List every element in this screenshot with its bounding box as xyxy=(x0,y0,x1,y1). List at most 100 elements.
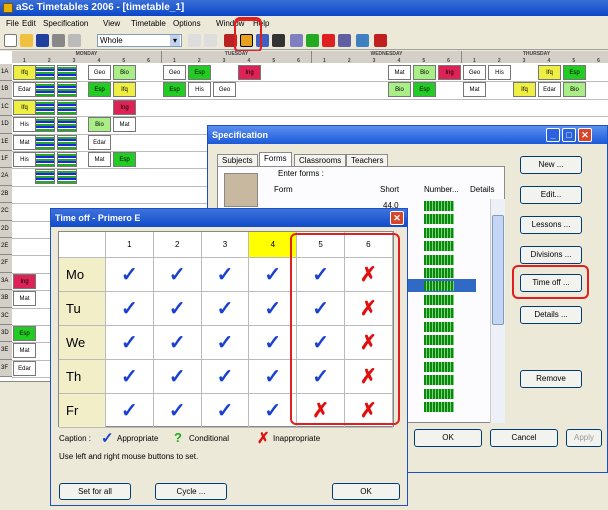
row-label[interactable]: 3C xyxy=(0,307,12,325)
timetable-cell[interactable]: Edar xyxy=(13,360,36,376)
apply-button[interactable]: Apply xyxy=(566,429,602,447)
timetable-cell[interactable]: Esp xyxy=(163,82,186,98)
timetable-cell[interactable]: Geo xyxy=(463,65,486,80)
check-icon[interactable]: ✓ xyxy=(106,326,154,360)
row-label[interactable]: 3F xyxy=(0,359,12,378)
timetable-cell[interactable]: Esp xyxy=(563,65,586,80)
set-for-all-button[interactable]: Set for all xyxy=(59,483,131,500)
open-folder-icon[interactable] xyxy=(20,34,33,47)
close-icon[interactable]: ✕ xyxy=(578,128,592,142)
timetable-cell[interactable]: Bio xyxy=(413,65,436,80)
maximize-icon[interactable]: □ xyxy=(562,128,576,142)
timetable-cell[interactable]: Bio xyxy=(113,65,136,80)
timetable-cell[interactable]: Esp xyxy=(88,82,111,98)
menu-item-timetable[interactable]: Timetable xyxy=(131,16,166,31)
menu-item-options[interactable]: Options xyxy=(173,16,201,31)
details-button[interactable]: Details ... xyxy=(520,306,582,324)
timetable-cell[interactable]: Ing xyxy=(438,65,461,80)
timetable-cell[interactable]: Ifq xyxy=(113,82,136,98)
check-icon[interactable]: ✓ xyxy=(153,258,202,292)
new-file-icon[interactable] xyxy=(4,34,17,47)
timetable-cell[interactable] xyxy=(57,169,77,185)
view-select[interactable]: Whole xyxy=(97,34,182,47)
timetable-cell[interactable]: Geo xyxy=(163,65,186,80)
check-icon[interactable]: ✓ xyxy=(153,292,202,326)
row-label[interactable]: 1A xyxy=(0,64,12,82)
timetable-cell[interactable] xyxy=(57,152,77,167)
row-label[interactable]: 3E xyxy=(0,342,12,360)
row-label[interactable]: 2B xyxy=(0,185,12,204)
timetable-cell[interactable]: Ifq xyxy=(538,65,561,80)
timetable-cell[interactable]: His xyxy=(188,82,211,98)
timetable-cell[interactable]: Mat xyxy=(113,117,136,133)
check-icon[interactable]: ✓ xyxy=(106,258,154,292)
undo-icon[interactable] xyxy=(188,34,201,47)
period-header[interactable]: 1 xyxy=(106,232,154,258)
scroll-thumb[interactable] xyxy=(492,215,504,325)
timetable-cell[interactable]: Ifq xyxy=(13,99,36,115)
scrollbar[interactable] xyxy=(490,199,505,423)
save-icon[interactable] xyxy=(36,34,49,47)
menu-item-file[interactable]: File xyxy=(6,16,19,31)
timetable-cell[interactable] xyxy=(57,82,77,98)
timetable-cell[interactable] xyxy=(35,82,55,98)
timetable-cell[interactable]: Ing xyxy=(238,65,261,80)
redo-icon[interactable] xyxy=(204,34,217,47)
check-icon[interactable]: ✓ xyxy=(201,292,250,326)
row-label[interactable]: 3B xyxy=(0,290,12,308)
edit-button[interactable]: Edit... xyxy=(520,186,582,204)
timetable-cell[interactable]: Mat xyxy=(388,65,411,80)
report-icon[interactable] xyxy=(338,34,351,47)
timetable-cell[interactable]: Ifq xyxy=(513,82,536,98)
timetable-cell[interactable]: Bio xyxy=(563,82,586,98)
row-label[interactable]: 1F xyxy=(0,151,12,169)
timetable-cell[interactable]: Ifq xyxy=(13,65,36,80)
ok-button[interactable]: OK xyxy=(332,483,400,500)
period-header[interactable]: 2 xyxy=(153,232,202,258)
period-header[interactable]: 3 xyxy=(201,232,250,258)
timetable-cell[interactable]: Mat xyxy=(88,152,111,167)
row-label[interactable]: 2E xyxy=(0,238,12,256)
row-label[interactable]: 3A xyxy=(0,272,12,291)
tab-forms[interactable]: Forms xyxy=(259,152,292,167)
timetable-cell[interactable] xyxy=(35,65,55,80)
timetable-cell[interactable]: His xyxy=(13,117,36,133)
timetable-cell[interactable] xyxy=(35,152,55,167)
row-label[interactable]: 2C xyxy=(0,203,12,221)
row-label[interactable]: 1C xyxy=(0,98,12,117)
check-icon[interactable]: ✓ xyxy=(153,326,202,360)
timetable-cell[interactable]: Esp xyxy=(113,152,136,167)
row-label[interactable]: 2A xyxy=(0,168,12,186)
day-label[interactable]: Th xyxy=(59,360,106,394)
timetable-cell[interactable] xyxy=(35,99,55,115)
new-button[interactable]: New ... xyxy=(520,156,582,174)
row-label[interactable]: 3D xyxy=(0,325,12,343)
menu-item-specification[interactable]: Specification xyxy=(43,16,88,31)
timetable-cell[interactable]: Mat xyxy=(463,82,486,98)
timetable-cell[interactable]: Esp xyxy=(13,326,36,341)
lessons-button[interactable]: Lessons ... xyxy=(520,216,582,234)
timetable-cell[interactable] xyxy=(35,134,55,150)
check-icon[interactable]: ✓ xyxy=(201,394,250,428)
row-label[interactable]: 1E xyxy=(0,133,12,151)
timetable-cell[interactable]: His xyxy=(488,65,511,80)
timetable-cell[interactable]: Geo xyxy=(88,65,111,80)
cycle-button[interactable]: Cycle ... xyxy=(155,483,227,500)
help-tip-icon[interactable] xyxy=(356,34,369,47)
check-icon[interactable]: ✓ xyxy=(201,258,250,292)
timetable-cell[interactable] xyxy=(57,117,77,133)
timetable-cell[interactable]: Esp xyxy=(413,82,436,98)
timetable-cell[interactable]: Edar xyxy=(538,82,561,98)
check-icon[interactable]: ✓ xyxy=(153,360,202,394)
divisions-button[interactable]: Divisions ... xyxy=(520,246,582,264)
timetable-cell[interactable] xyxy=(57,134,77,150)
check-icon[interactable]: ✓ xyxy=(106,292,154,326)
timetable-cell[interactable] xyxy=(57,65,77,80)
row-label[interactable]: 1B xyxy=(0,81,12,99)
timetable-cell[interactable]: Bio xyxy=(88,117,111,133)
timetable-cell[interactable] xyxy=(35,169,55,185)
minimize-icon[interactable]: _ xyxy=(546,128,560,142)
print-icon[interactable] xyxy=(52,34,65,47)
check-icon[interactable]: ✓ xyxy=(201,326,250,360)
timetable-cell[interactable]: Edar xyxy=(88,134,111,150)
